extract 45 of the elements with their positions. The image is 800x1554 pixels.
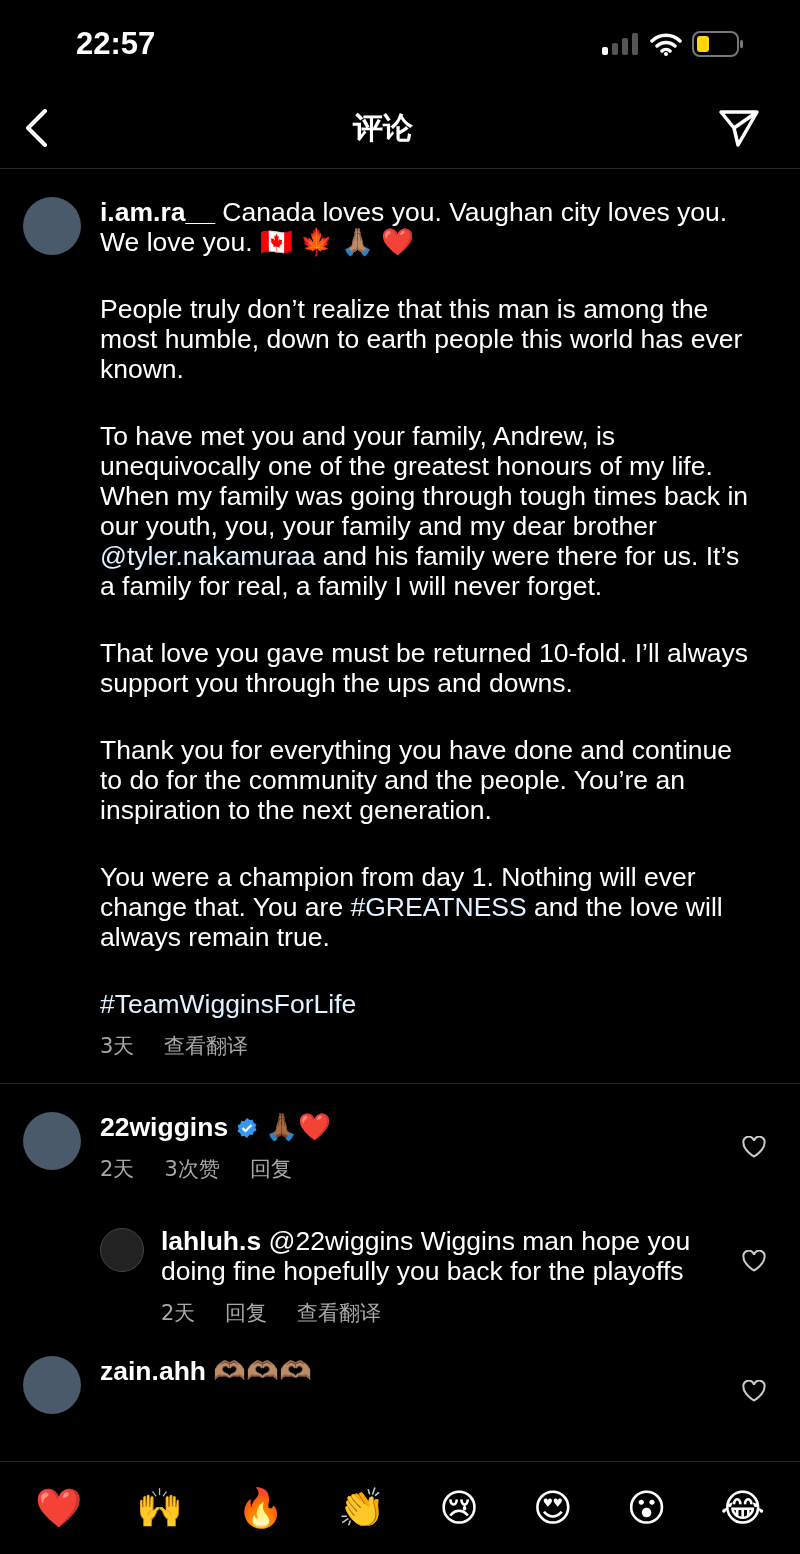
username-link[interactable]: zain.ahh: [100, 1356, 206, 1386]
comment-text: You were a champion from day 1. Nothing will ever change that. You are #GREATNESS and the love will always remain true.: [100, 862, 724, 952]
meta-link[interactable]: 3次赞: [164, 1154, 220, 1184]
battery-icon: [692, 31, 744, 57]
meta-link[interactable]: 查看翻译: [164, 1031, 249, 1061]
comment-text: Thank you for everything you have done and continue to do for the community and the people. You’re an inspiration to the next generation.: [100, 735, 733, 825]
signal-icon: [602, 33, 640, 55]
back-icon[interactable]: [24, 109, 48, 147]
like-heart-icon[interactable]: [742, 1136, 766, 1158]
timestamp: 2天: [161, 1300, 196, 1327]
comment-text: i.am.ra__ Canada loves you. Vaughan city loves you. We love you. 🇨🇦 🍁 🙏🏽 ❤: [100, 197, 729, 257]
like-heart-icon[interactable]: [742, 1250, 766, 1272]
meta-link[interactable]: 查看翻译: [297, 1298, 382, 1328]
comment-text: That love you gave must be returned 10-fold. I’ll always support you through the ups and downs.: [100, 638, 750, 698]
comment-text: People truly don’t realize that this man is among the most humble, down to earth people this world has ever known.: [100, 294, 744, 384]
status-time: 22:57: [76, 26, 156, 62]
wifi-icon: [650, 32, 682, 56]
mention-link[interactable]: @tyler.nakamuraa: [100, 541, 316, 571]
emoji-button[interactable]: 😂: [716, 1482, 769, 1534]
like-heart-icon[interactable]: [742, 1380, 766, 1402]
emoji-button[interactable]: 🙌: [132, 1482, 188, 1534]
timestamp: 2天: [100, 1156, 135, 1183]
emoji-button[interactable]: 😮: [622, 1482, 671, 1534]
username-link[interactable]: 22wiggins: [100, 1112, 229, 1142]
emoji-button[interactable]: 👏: [334, 1482, 390, 1534]
avatar-photo[interactable]: [23, 197, 81, 255]
timestamp: 3天: [100, 1033, 135, 1060]
comment-text: zain.ahh 🫶🏽🫶🏽🫶🏽: [100, 1356, 314, 1386]
comment-text: 22wiggins 🙏🏾❤: [100, 1112, 332, 1142]
emoji-button[interactable]: 🔥: [233, 1482, 289, 1534]
emoji-button[interactable]: 😍: [529, 1482, 577, 1534]
avatar-photo[interactable]: [23, 1356, 81, 1414]
username-link[interactable]: lahluh.s: [161, 1226, 262, 1256]
meta-link[interactable]: 回复: [225, 1298, 268, 1328]
comment-text: lahluh.s @22wiggins Wiggins man hope you doing fine hopefully you back for the playoffs: [161, 1226, 692, 1286]
page-title: 评论: [353, 108, 413, 147]
hashtag-link[interactable]: #TeamWigginsForLife: [100, 989, 756, 1019]
emoji-button[interactable]: ❤: [31, 1482, 87, 1534]
emoji-button[interactable]: 😢: [435, 1482, 483, 1534]
comment-text: To have met you and your family, Andrew, is unequivocally one of the greatest honours of my life. When my family was going through tough times back in our youth, you, your family and my dear brother @tyler.nakamuraa and his family were there for us. It’s a family for real, a family I will never forget.: [100, 421, 750, 601]
hashtag-link[interactable]: #GREATNESS: [350, 892, 527, 922]
avatar-photo[interactable]: [23, 1112, 81, 1170]
send-icon[interactable]: [718, 108, 760, 148]
username-link[interactable]: i.am.ra__: [100, 197, 215, 227]
meta-link[interactable]: 回复: [249, 1154, 292, 1184]
